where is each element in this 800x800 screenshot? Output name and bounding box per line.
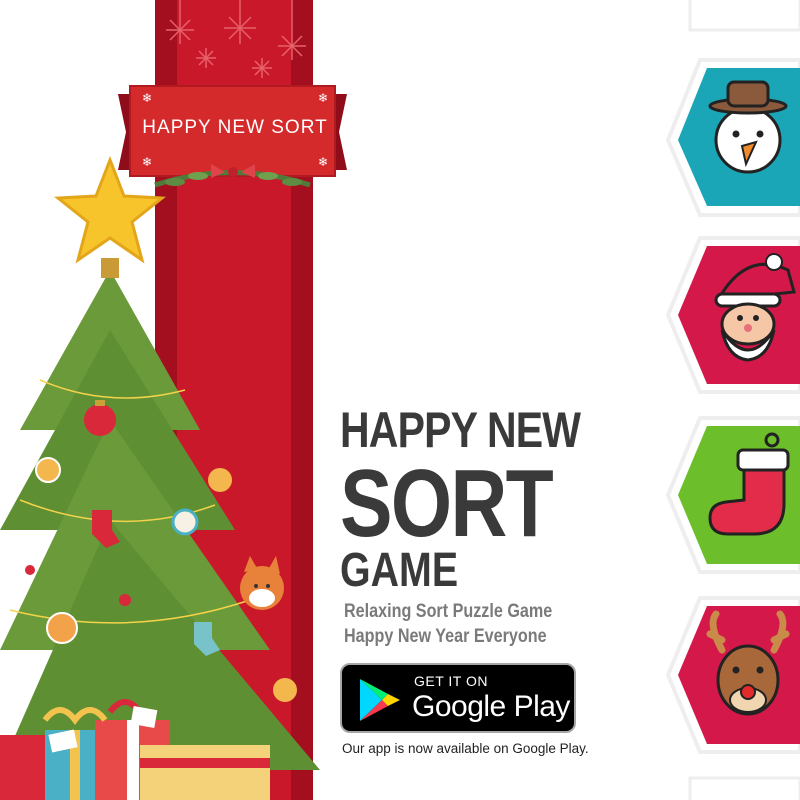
availability-note: Our app is now available on Google Play. [342, 741, 589, 756]
title-line-3: GAME [340, 544, 459, 597]
subtitle-line-1: Relaxing Sort Puzzle Game [344, 601, 553, 622]
svg-text:❄: ❄ [318, 91, 328, 105]
google-play-button[interactable]: GET IT ON Google Play [340, 663, 576, 733]
page-title: HAPPY NEW SORT GAME [340, 402, 640, 597]
subtitle-line-2: Happy New Year Everyone [344, 626, 547, 647]
hex-tile-stocking[interactable] [665, 416, 800, 574]
store-big-label: Google Play [412, 690, 570, 723]
title-line-2: SORT [340, 450, 554, 557]
hex-tile-top-partial [688, 0, 800, 32]
title-line-1: HAPPY NEW [340, 402, 581, 458]
svg-text:❄: ❄ [318, 155, 328, 169]
google-play-icon [360, 679, 400, 721]
hex-tile-snowman[interactable] [665, 58, 800, 217]
svg-text:❄: ❄ [142, 91, 152, 105]
hex-tile-santa[interactable] [665, 236, 800, 394]
hex-tile-bottom-partial [688, 776, 800, 800]
hex-tile-reindeer[interactable] [665, 596, 800, 754]
svg-text:❄: ❄ [142, 155, 152, 169]
banner-title: HAPPY NEW SORT [142, 117, 328, 138]
store-small-label: GET IT ON [414, 673, 488, 689]
